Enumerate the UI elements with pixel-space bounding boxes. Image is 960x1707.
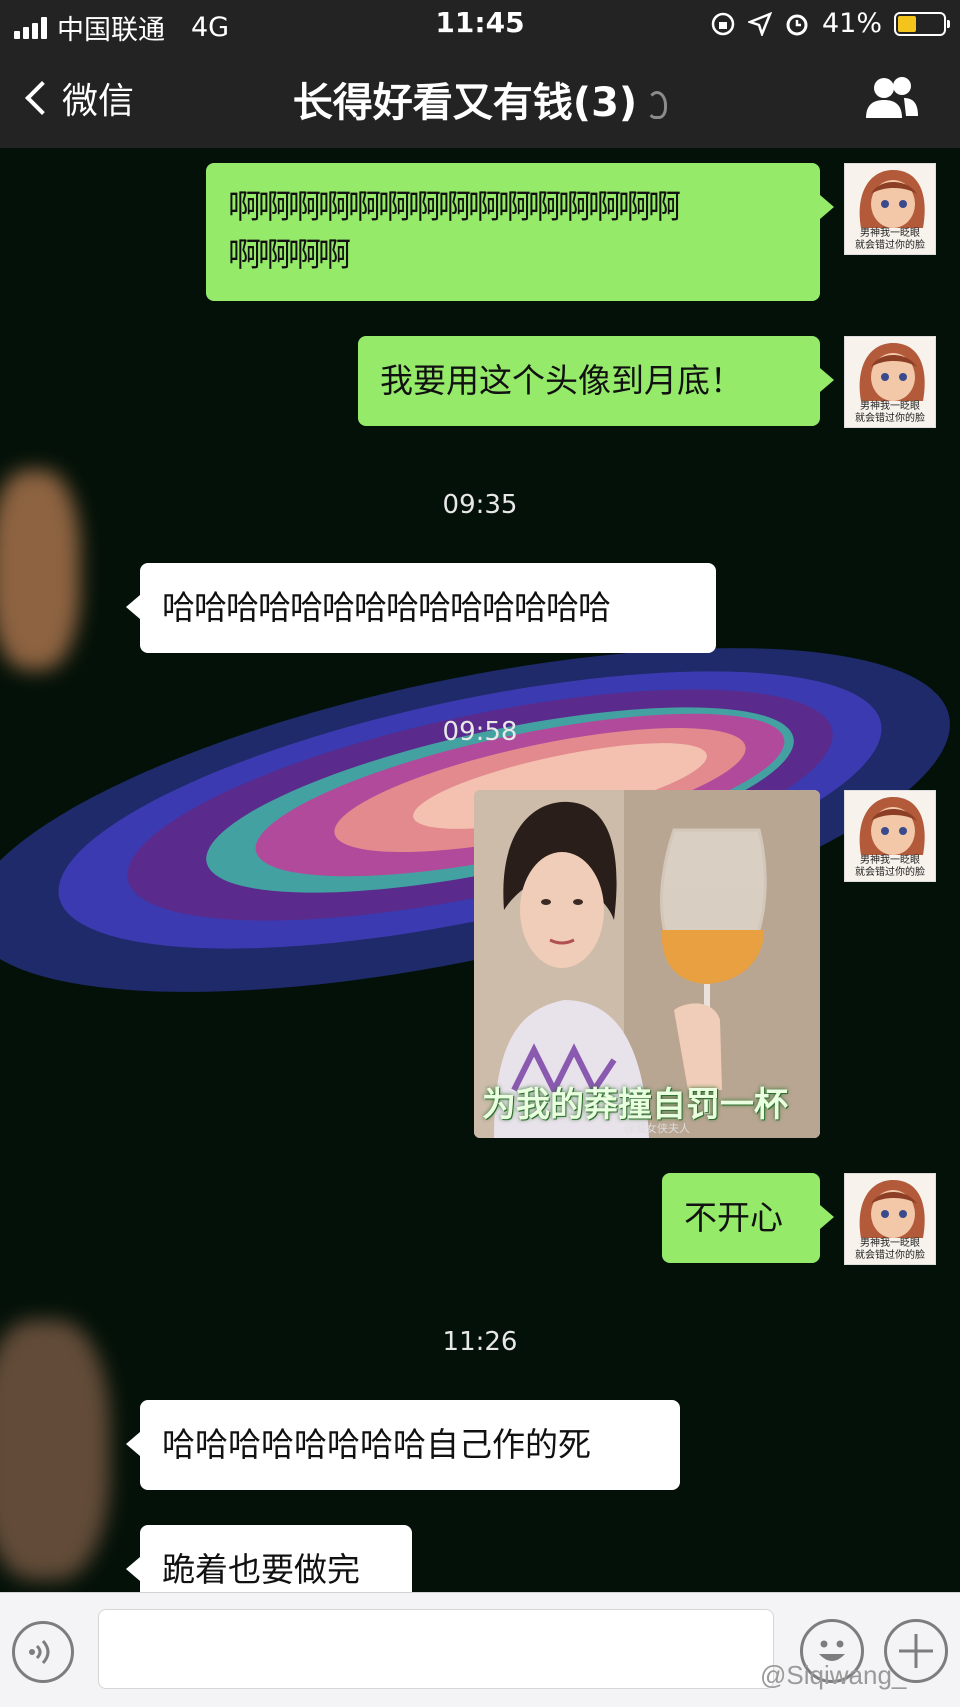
avatar-caption: 就会错过你的脸 <box>855 1250 925 1261</box>
avatar-caption: 就会错过你的脸 <box>855 867 925 878</box>
sticker-image[interactable]: 为我的莽撞自罚一杯 @淑女侠夫人 <box>474 790 820 1138</box>
earpiece-mode-icon <box>647 91 668 119</box>
timestamp: 09:35 <box>442 490 518 520</box>
message-text: 哈哈哈哈哈哈哈哈自己作的死 <box>162 1425 591 1464</box>
alarm-icon <box>786 14 808 35</box>
voice-input-button[interactable] <box>12 1621 74 1683</box>
message-text: 啊啊啊啊啊啊啊啊啊啊啊啊啊啊啊 <box>228 187 681 226</box>
orientation-lock-icon <box>711 12 735 35</box>
location-icon <box>747 11 772 36</box>
weibo-watermark: @Siqiwang_ <box>760 1660 907 1690</box>
message-text: 我要用这个头像到月底！ <box>380 361 743 400</box>
avatar-caption: 男神我一眨眼 <box>860 855 920 866</box>
message-text: 啊啊啊啊 <box>228 235 351 274</box>
anime-avatar-icon <box>859 1180 925 1238</box>
anime-avatar-icon <box>859 170 925 228</box>
group-members-icon[interactable] <box>864 74 920 120</box>
battery-percent: 41% <box>821 8 882 39</box>
message-bubble-received[interactable]: 哈哈哈哈哈哈哈哈自己作的死 <box>126 1400 680 1490</box>
message-text: 跪着也要做完 <box>162 1550 360 1589</box>
my-avatar[interactable]: 男神我一眨眼 就会错过你的脸 <box>844 1173 936 1265</box>
avatar-caption: 男神我一眨眼 <box>860 401 920 412</box>
chat-screen: 中国联通 4G 11:45 41% 微信 长得好看又有钱(3) 啊啊啊啊啊啊啊啊 <box>0 0 960 1707</box>
anime-avatar-icon <box>859 797 925 855</box>
avatar-caption: 男神我一眨眼 <box>860 228 920 239</box>
voice-wave-icon <box>29 1639 50 1665</box>
my-avatar[interactable]: 男神我一眨眼 就会错过你的脸 <box>844 790 936 882</box>
message-bubble-received[interactable]: 哈哈哈哈哈哈哈哈哈哈哈哈哈哈 <box>126 563 716 653</box>
battery-icon <box>894 11 950 36</box>
sticker-caption: 为我的莽撞自罚一杯 <box>482 1085 788 1125</box>
status-bar: 中国联通 4G 11:45 41% <box>0 0 960 50</box>
message-bubble-sent[interactable]: 不开心 <box>662 1173 834 1263</box>
message-text: 哈哈哈哈哈哈哈哈哈哈哈哈哈哈 <box>162 588 611 627</box>
my-avatar[interactable]: 男神我一眨眼 就会错过你的脸 <box>844 336 936 428</box>
chat-title: 长得好看又有钱(3) <box>292 80 638 126</box>
timestamp: 11:26 <box>442 1327 518 1357</box>
blurred-avatar-2 <box>0 1320 110 1580</box>
timestamp: 09:58 <box>442 717 518 747</box>
my-avatar[interactable]: 男神我一眨眼 就会错过你的脸 <box>844 163 936 255</box>
avatar-caption: 男神我一眨眼 <box>860 1238 920 1249</box>
message-input[interactable] <box>98 1609 774 1689</box>
nav-bar: 微信 长得好看又有钱(3) <box>0 50 960 148</box>
message-bubble-sent[interactable]: 我要用这个头像到月底！ <box>358 336 834 426</box>
message-text: 不开心 <box>684 1198 783 1237</box>
avatar-caption: 就会错过你的脸 <box>855 240 925 251</box>
anime-avatar-icon <box>859 343 925 401</box>
sticker-watermark: @淑女侠夫人 <box>624 1122 690 1135</box>
avatar-caption: 就会错过你的脸 <box>855 413 925 424</box>
message-bubble-sent[interactable]: 啊啊啊啊啊啊啊啊啊啊啊啊啊啊啊 啊啊啊啊 <box>206 163 834 301</box>
